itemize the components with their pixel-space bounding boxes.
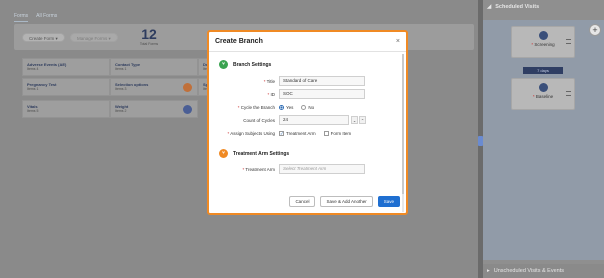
forms-tabs: Forms All Forms [14,13,57,22]
id-label: * ID [267,91,275,97]
form-card-vitals[interactable]: Vitals Items 5 [22,100,110,118]
visit-screening[interactable]: * Screening [511,26,575,58]
visit-name: Baseline [535,94,554,99]
total-forms-counter: 12 Total Forms [134,26,164,46]
add-visit-button[interactable]: + [589,24,601,36]
scheduled-visits-title: Scheduled Visits [495,4,540,10]
total-forms-label: Total Forms [139,42,159,46]
id-input[interactable]: SOC [279,89,365,99]
cancel-button[interactable]: Cancel [289,196,316,207]
chevron-right-icon: ▸ [487,268,490,274]
scheduled-visits-panel: ◢ Scheduled Visits + * Screening 7 days … [483,0,604,278]
cycle-label: * Cycle the Branch [237,104,275,110]
tab-forms[interactable]: Forms [14,13,29,22]
radio-label: Yes [286,104,294,110]
radio-selected-icon [279,104,284,110]
form-card-weight[interactable]: Weight Items 2 [110,100,198,118]
section-title: Branch Settings [233,61,272,68]
dialog-scrollbar[interactable] [402,54,404,212]
drag-handle-icon[interactable] [566,39,571,44]
form-card-subtitle: Items 1 [115,67,127,71]
form-badge-icon [183,83,192,92]
create-branch-dialog: Create Branch × ⑂ Branch Settings * Titl… [207,30,408,215]
branch-icon: ⑂ [219,60,228,69]
dialog-title: Create Branch [215,38,263,45]
visit-icon [538,83,548,92]
treatment-arm-label: * Treatment Arm [242,166,275,172]
scheduled-visits-header[interactable]: ◢ Scheduled Visits [483,0,604,14]
title-label: * Title [263,78,275,84]
assign-label: * Assign Subjects Using [227,130,275,136]
interval-badge: 7 days [523,67,563,74]
check-icon: ✓ [279,130,284,136]
form-card-subtitle: Items 4 [27,67,39,71]
checkbox-label: Form Item [330,130,352,136]
form-card-contact-type[interactable]: Contact Type Items 1 [110,58,198,76]
create-form-button[interactable]: Create Form ▾ [22,33,65,42]
checkbox-empty-icon [323,130,329,136]
treatment-arm-icon: ⑂ [219,149,228,158]
form-item-checkbox[interactable]: Form Item [323,130,352,136]
form-card-subtitle: Items 2 [115,109,127,113]
treatment-arm-select[interactable]: Select Treatment Arm [279,164,365,174]
branch-settings-heading: ⑂ Branch Settings [219,60,271,69]
manage-forms-label: Manage Forms [77,36,108,41]
cycle-yes-radio[interactable]: Yes [279,104,294,110]
close-icon[interactable]: × [396,38,400,45]
increment-icon[interactable]: ⌃ [359,116,366,124]
scrollbar-thumb[interactable] [402,54,404,194]
form-card-subtitle: Items 5 [27,109,39,113]
assign-row: * Assign Subjects Using ✓ Treatment Arm F… [209,128,399,138]
treatment-arm-row: * Treatment Arm Select Treatment Arm [209,164,399,174]
manage-forms-button[interactable]: Manage Forms ▾ [70,33,118,42]
form-card-subtitle: Item [203,87,210,91]
form-card-selection-options[interactable]: Selection options Items 3 [110,78,198,96]
treatment-arm-settings-heading: ⑂ Treatment Arm Settings [219,149,289,158]
count-stepper: ⌄ ⌃ [351,116,366,124]
cycle-row: * Cycle the Branch Yes No [209,102,399,112]
total-forms-value: 12 [141,26,157,42]
tab-all-forms[interactable]: All Forms [36,13,57,22]
id-row: * ID SOC [209,89,399,99]
decrement-icon[interactable]: ⌄ [351,116,358,124]
title-row: * Title Standard of Care [209,76,399,86]
cycle-no-radio[interactable]: No [301,104,315,110]
radio-label: No [308,104,315,110]
radio-unselected-icon [301,104,307,110]
form-card-subtitle: Item [203,67,210,71]
dialog-header: Create Branch × [209,32,406,52]
form-badge-icon [183,105,192,114]
form-card-subtitle: Items 3 [115,87,127,91]
checkbox-label: Treatment Arm [286,130,316,136]
chevron-down-icon: ◢ [487,4,492,10]
save-button[interactable]: Save [377,196,400,207]
save-add-another-button[interactable]: Save & Add Another [320,196,373,207]
treatment-arm-checkbox[interactable]: ✓ Treatment Arm [279,130,316,136]
count-label: Count of Cycles [243,117,275,123]
form-card-adverse-events[interactable]: Adverse Events (AE) Items 4 [22,58,110,76]
form-card-pregnancy-test[interactable]: Pregnancy Test Items 1 [22,78,110,96]
visit-baseline[interactable]: * Baseline [511,78,575,110]
visit-name: Screening [534,42,555,47]
count-row: Count of Cycles 24 ⌄ ⌃ [209,115,399,125]
drag-handle-icon[interactable] [566,91,571,96]
count-input[interactable]: 24 [279,115,349,125]
form-card-subtitle: Items 1 [27,87,39,91]
visit-icon [538,31,548,40]
unscheduled-visits-title: Unscheduled Visits & Events [493,268,564,274]
section-title: Treatment Arm Settings [233,150,290,157]
unscheduled-visits-header[interactable]: ▸ Unscheduled Visits & Events [483,264,604,278]
create-form-label: Create Form [29,36,55,41]
dialog-footer: Cancel Save & Add Another Save [289,196,400,207]
title-input[interactable]: Standard of Care [279,76,365,86]
